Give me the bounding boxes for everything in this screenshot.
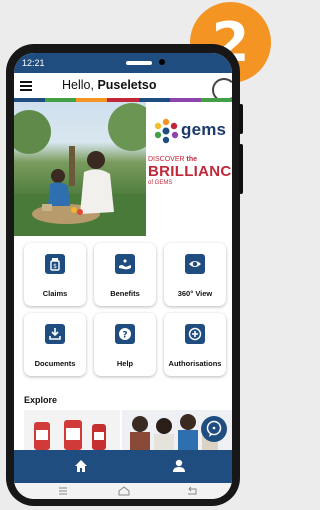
family-photo bbox=[14, 102, 146, 236]
view-360-label: 360° View bbox=[177, 289, 213, 298]
home-icon[interactable] bbox=[74, 459, 88, 473]
benefits-tile[interactable]: Benefits bbox=[94, 243, 156, 306]
explore-card-medication[interactable] bbox=[24, 410, 120, 450]
authorisations-label: Authorisations bbox=[168, 359, 222, 368]
notch-pill bbox=[126, 61, 152, 65]
chat-icon bbox=[206, 420, 222, 437]
benefits-label: Benefits bbox=[110, 289, 140, 298]
power-button bbox=[239, 144, 243, 194]
brilliance-text: BRILLIANCE bbox=[148, 163, 232, 180]
greeting: Hello, Puseletso bbox=[62, 78, 157, 92]
of-gems-text: of GEMS bbox=[148, 180, 173, 186]
claims-tile[interactable]: $ Claims bbox=[24, 243, 86, 306]
chat-fab-button[interactable] bbox=[201, 416, 227, 442]
help-tile[interactable]: ? Help bbox=[94, 313, 156, 376]
discover-text: DISCOVER the bbox=[148, 156, 198, 163]
status-bar: 12:21 bbox=[14, 53, 232, 73]
help-label: Help bbox=[116, 359, 134, 368]
system-navigation-bar bbox=[14, 483, 232, 499]
home-system-icon[interactable] bbox=[118, 486, 130, 496]
svg-text:?: ? bbox=[122, 331, 127, 341]
explore-heading: Explore bbox=[24, 395, 58, 405]
svg-text:$: $ bbox=[53, 263, 57, 270]
promo-banner[interactable]: gems DISCOVER the BRILLIANCE of GEMS bbox=[14, 102, 232, 236]
documents-tile[interactable]: Documents bbox=[24, 313, 86, 376]
claims-label: Claims bbox=[42, 289, 68, 298]
bottom-navigation bbox=[14, 450, 232, 483]
app-screen: 12:21 Hello, Puseletso gems DISCOVER the… bbox=[14, 53, 232, 499]
back-icon[interactable] bbox=[186, 486, 198, 496]
gems-wordmark: gems bbox=[181, 120, 227, 139]
gems-logo-icon bbox=[154, 118, 179, 144]
claims-icon: $ bbox=[45, 254, 65, 274]
download-icon bbox=[45, 324, 65, 344]
camera-dot bbox=[159, 59, 165, 65]
user-icon[interactable] bbox=[172, 459, 186, 473]
benefits-icon bbox=[115, 254, 135, 274]
status-time: 12:21 bbox=[22, 58, 45, 68]
plus-icon bbox=[185, 324, 205, 344]
authorisations-tile[interactable]: Authorisations bbox=[164, 313, 226, 376]
hamburger-menu-icon[interactable] bbox=[20, 81, 32, 91]
eye-icon bbox=[185, 254, 205, 274]
greeting-prefix: Hello, bbox=[62, 78, 94, 92]
app-header: Hello, Puseletso bbox=[14, 73, 232, 102]
view-360-tile[interactable]: 360° View bbox=[164, 243, 226, 306]
phone-frame: 12:21 Hello, Puseletso gems DISCOVER the… bbox=[6, 44, 243, 506]
gems-brand-panel: gems DISCOVER the BRILLIANCE of GEMS bbox=[148, 112, 232, 236]
documents-label: Documents bbox=[34, 359, 76, 368]
volume-button bbox=[239, 104, 243, 134]
user-name: Puseletso bbox=[97, 78, 157, 92]
help-icon: ? bbox=[115, 324, 135, 344]
recent-apps-icon[interactable] bbox=[58, 487, 68, 495]
